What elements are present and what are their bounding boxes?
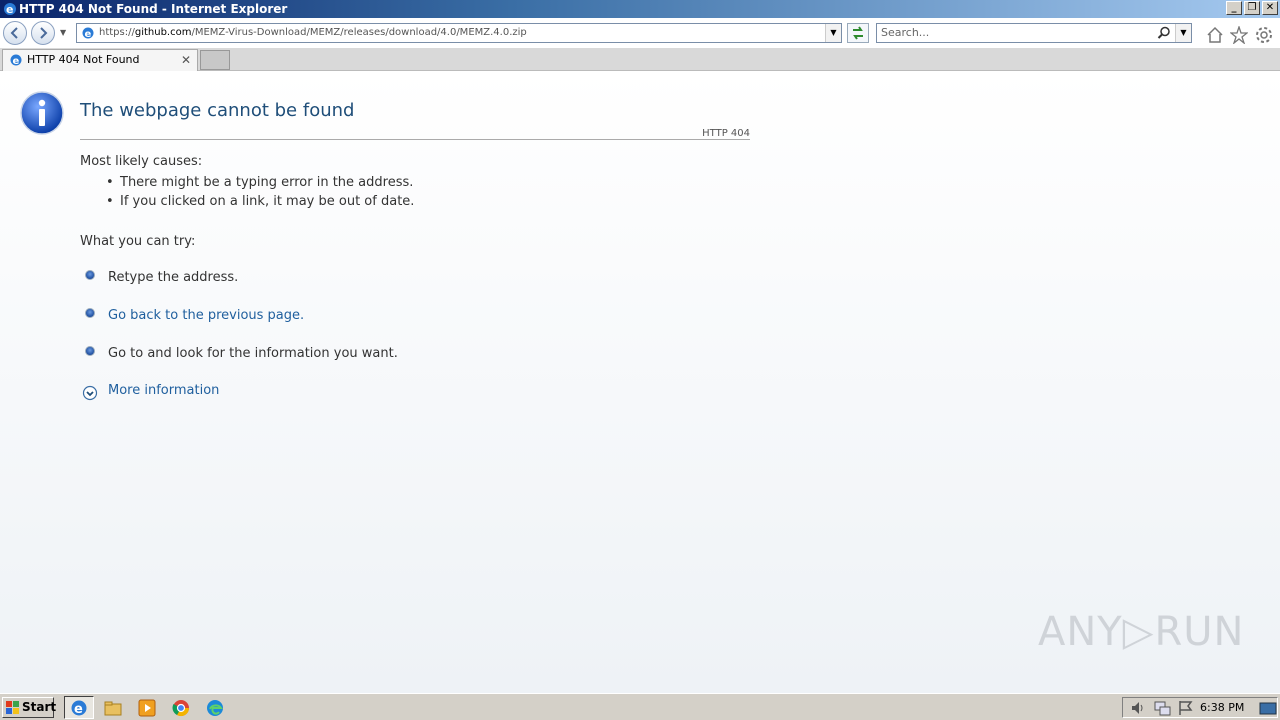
tab-bar: e HTTP 404 Not Found ✕: [0, 48, 1280, 71]
cause-item: • If you clicked on a link, it may be out…: [106, 194, 415, 209]
start-label: Start: [22, 700, 57, 714]
svg-text:e: e: [13, 56, 20, 67]
windows-flag-icon: [6, 701, 19, 714]
favorites-star-icon[interactable]: [1230, 26, 1248, 44]
taskbar: Start e 6:38 PM: [0, 693, 1280, 720]
back-arrow-icon: [10, 27, 18, 39]
back-button[interactable]: [3, 21, 27, 45]
close-window-button[interactable]: ✕: [1262, 1, 1278, 15]
window-title: HTTP 404 Not Found - Internet Explorer: [19, 2, 288, 16]
home-icon[interactable]: [1206, 26, 1224, 44]
tab-http-404[interactable]: e HTTP 404 Not Found ✕: [2, 49, 198, 71]
navigation-bar: ▼ e https://github.com/MEMZ-Virus-Downlo…: [0, 18, 1280, 48]
cause-text: There might be a typing error in the add…: [120, 175, 414, 190]
go-to-text: Go to and look for the information you w…: [108, 346, 398, 361]
internet-explorer-icon: e: [4, 3, 16, 16]
clock: 6:38 PM: [1200, 701, 1245, 714]
http-status-code: HTTP 404: [702, 128, 750, 139]
minimize-button[interactable]: _: [1226, 1, 1242, 15]
svg-text:e: e: [85, 29, 92, 40]
settings-gear-icon[interactable]: [1255, 26, 1273, 44]
tab-label: HTTP 404 Not Found: [27, 53, 140, 66]
try-heading: What you can try:: [80, 234, 196, 249]
start-button[interactable]: Start: [2, 697, 57, 718]
bullet-icon: [85, 270, 95, 280]
address-dropdown-icon[interactable]: ▼: [825, 24, 841, 42]
search-placeholder: Search...: [881, 26, 930, 39]
bullet-icon: [85, 346, 95, 356]
new-tab-button[interactable]: [200, 50, 230, 70]
show-desktop-icon[interactable]: [1258, 698, 1278, 718]
info-icon: [20, 91, 64, 135]
address-bar[interactable]: e https://github.com/MEMZ-Virus-Download…: [76, 23, 842, 43]
expand-chevron-icon[interactable]: [82, 385, 98, 401]
file-explorer-icon[interactable]: [103, 698, 123, 718]
restore-button[interactable]: ❐: [1244, 1, 1260, 15]
forward-button[interactable]: [31, 21, 55, 45]
bullet-icon: [85, 308, 95, 318]
url-host: github.com: [134, 27, 192, 38]
svg-text:e: e: [74, 702, 83, 717]
retype-address-text: Retype the address.: [108, 270, 239, 285]
page-content: The webpage cannot be found HTTP 404 Mos…: [0, 71, 1280, 693]
search-icon[interactable]: [1157, 26, 1171, 40]
history-dropdown-icon[interactable]: ▼: [60, 28, 66, 37]
go-back-link[interactable]: Go back to the previous page.: [108, 308, 304, 323]
edge-icon[interactable]: [205, 698, 225, 718]
search-box[interactable]: Search... ▼: [876, 23, 1192, 43]
cause-text: If you clicked on a link, it may be out …: [120, 194, 415, 209]
refresh-icon: [853, 26, 863, 40]
url-scheme: https://: [99, 27, 135, 38]
chrome-icon[interactable]: [171, 698, 191, 718]
tab-ie-icon: e: [10, 54, 22, 67]
volume-icon[interactable]: [1128, 698, 1148, 718]
refresh-button[interactable]: [847, 23, 869, 43]
page-ie-icon: e: [82, 27, 94, 40]
tab-close-icon[interactable]: ✕: [181, 50, 191, 70]
search-dropdown-icon[interactable]: ▼: [1175, 24, 1191, 42]
causes-heading: Most likely causes:: [80, 154, 203, 169]
page-title: The webpage cannot be found: [80, 100, 355, 121]
media-player-icon[interactable]: [137, 698, 157, 718]
action-center-flag-icon[interactable]: [1176, 698, 1196, 718]
network-icon[interactable]: [1152, 698, 1172, 718]
forward-arrow-icon: [40, 27, 48, 39]
svg-text:e: e: [6, 3, 13, 16]
anyrun-watermark: ANY▷RUN: [1038, 609, 1245, 655]
title-divider: [80, 139, 750, 140]
url-path: /MEMZ-Virus-Download/MEMZ/releases/downl…: [191, 27, 527, 38]
cause-item: • There might be a typing error in the ad…: [106, 175, 414, 190]
internet-explorer-task-icon[interactable]: e: [69, 698, 89, 718]
window-titlebar: e HTTP 404 Not Found - Internet Explorer…: [0, 0, 1280, 18]
more-information-link[interactable]: More information: [108, 383, 219, 398]
